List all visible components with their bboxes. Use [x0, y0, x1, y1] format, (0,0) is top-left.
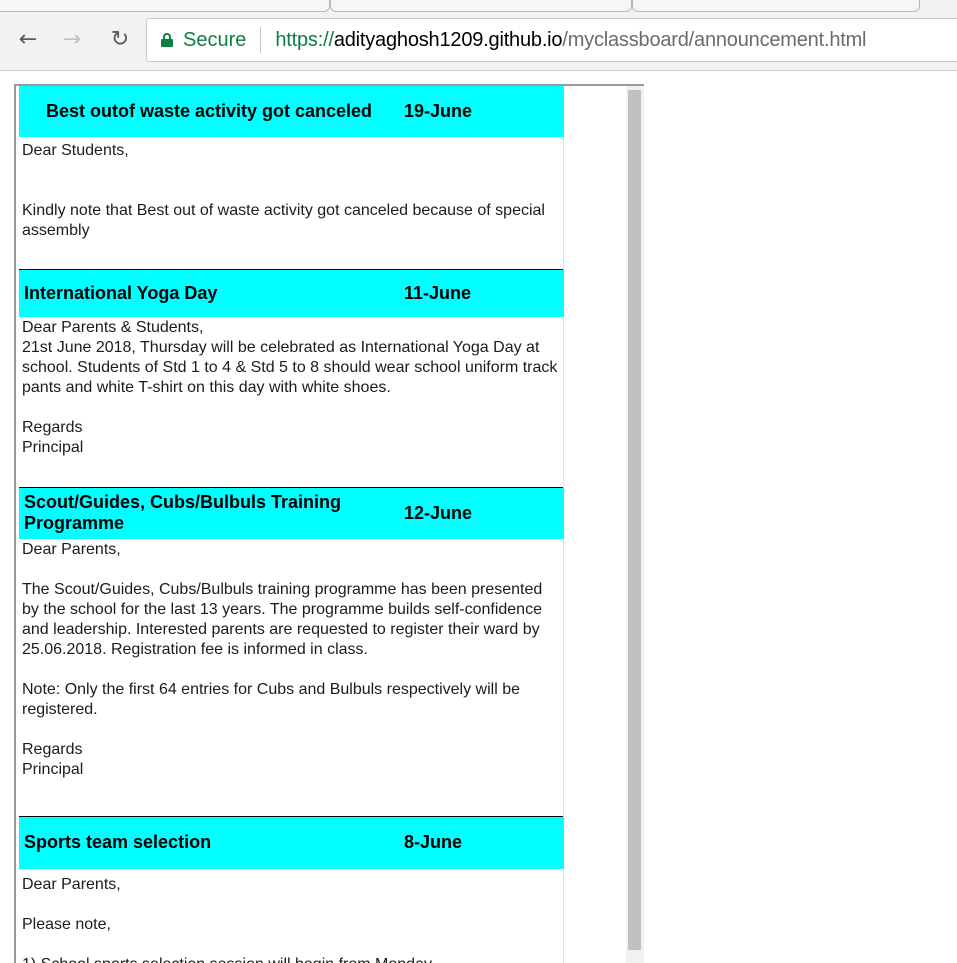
announcement-date: 19-June [399, 86, 564, 137]
announcement-body: Dear Parents & Students, 21st June 2018,… [19, 317, 564, 487]
announcement-body-row: Dear Parents, The Scout/Guides, Cubs/Bul… [19, 539, 564, 816]
announcement-table: Best outof waste activity got canceled 1… [19, 86, 564, 963]
arrow-left-icon: ← [18, 27, 38, 52]
announcement-scroll-area: Best outof waste activity got canceled 1… [16, 86, 626, 963]
announcement-header: International Yoga Day 11-June [19, 268, 564, 317]
announcement-body-row: Dear Parents & Students, 21st June 2018,… [19, 317, 564, 487]
arrow-right-icon: → [62, 27, 82, 52]
address-divider [260, 27, 262, 53]
url-scheme: https:// [275, 28, 334, 51]
vertical-scrollbar[interactable] [626, 86, 644, 963]
announcement-header: Best outof waste activity got canceled 1… [19, 86, 564, 137]
announcement-body: Dear Parents, Please note, 1) School spo… [19, 869, 564, 963]
announcement-date: 8-June [399, 815, 564, 869]
tab-strip [0, 0, 957, 12]
secure-label[interactable]: Secure [183, 29, 246, 52]
announcement-title: Sports team selection [19, 815, 399, 869]
url-text[interactable]: https://adityaghosh1209.github.io/myclas… [275, 29, 866, 52]
announcement-header: Sports team selection 8-June [19, 815, 564, 869]
announcement-date: 12-June [399, 486, 564, 539]
forward-button[interactable]: → [58, 26, 86, 54]
address-bar[interactable]: Secure https://adityaghosh1209.github.io… [146, 18, 957, 62]
browser-toolbar: ← → ↻ Secure https://adityaghosh1209.git… [0, 12, 957, 71]
lock-icon[interactable] [161, 33, 173, 47]
reload-icon: ↻ [110, 27, 130, 52]
browser-tab[interactable] [330, 0, 632, 12]
announcement-body-row: Dear Students, Kindly note that Best out… [19, 137, 564, 269]
url-host: adityaghosh1209.github.io [333, 28, 563, 51]
announcement-header: Scout/Guides, Cubs/Bulbuls Training Prog… [19, 486, 564, 539]
back-button[interactable]: ← [14, 26, 42, 54]
announcement-title: Scout/Guides, Cubs/Bulbuls Training Prog… [19, 486, 399, 539]
browser-tab[interactable] [0, 0, 330, 12]
scrollbar-thumb[interactable] [628, 90, 641, 950]
reload-button[interactable]: ↻ [106, 26, 134, 54]
announcement-frame: Best outof waste activity got canceled 1… [14, 84, 644, 963]
announcement-title: Best outof waste activity got canceled [19, 86, 399, 137]
browser-tab[interactable] [632, 0, 920, 12]
url-path: /myclassboard/announcement.html [562, 28, 867, 51]
announcement-body: Dear Parents, The Scout/Guides, Cubs/Bul… [19, 539, 564, 816]
announcement-body-row: Dear Parents, Please note, 1) School spo… [19, 869, 564, 963]
announcement-body: Dear Students, Kindly note that Best out… [19, 137, 564, 269]
announcement-date: 11-June [399, 268, 564, 317]
announcement-title: International Yoga Day [19, 268, 399, 317]
